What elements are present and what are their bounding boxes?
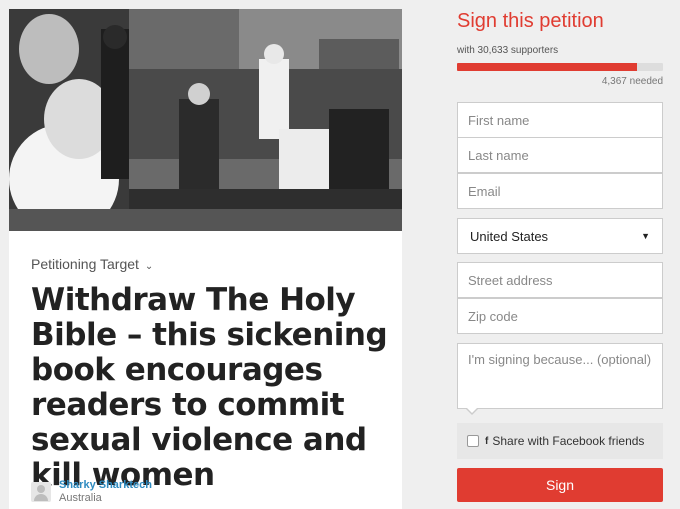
country-value: United States [470,228,549,244]
petition-title: Withdraw The Holy Bible – this sickening… [31,282,388,493]
last-name-field[interactable] [457,137,663,173]
first-name-field[interactable] [457,102,663,138]
supporters-count: with 30,633 supporters [457,45,559,56]
signatures-needed: 4,367 needed [601,76,663,87]
facebook-icon: f [485,435,489,447]
user-avatar-icon [31,482,51,502]
petition-author: Sharky Sharktech Australia [31,479,152,505]
email-field[interactable] [457,173,663,209]
facebook-share-label: Share with Facebook friends [492,434,645,448]
country-select[interactable]: United States ▼ [457,218,663,254]
street-address-field[interactable] [457,262,663,298]
author-name-link[interactable]: Sharky Sharktech [59,479,152,492]
sign-heading: Sign this petition [457,10,604,32]
sign-button[interactable]: Sign [457,468,663,502]
petition-panel: Petitioning Target ⌄ Withdraw The Holy B… [9,9,402,509]
caret-down-icon: ▼ [641,231,650,241]
author-location: Australia [59,492,102,504]
reason-textarea[interactable] [457,343,663,409]
chevron-down-icon: ⌄ [144,261,154,272]
petitioning-target[interactable]: Petitioning Target ⌄ [31,256,153,272]
progress-bar [457,63,663,71]
facebook-share-checkbox[interactable] [467,435,479,447]
petition-image [9,9,402,231]
facebook-share-option[interactable]: f Share with Facebook friends [457,423,663,459]
petitioning-target-label: Petitioning Target [31,256,139,272]
woodcut-illustration [9,9,402,231]
zip-code-field[interactable] [457,298,663,334]
progress-fill [457,63,638,71]
textarea-pointer [465,407,479,415]
